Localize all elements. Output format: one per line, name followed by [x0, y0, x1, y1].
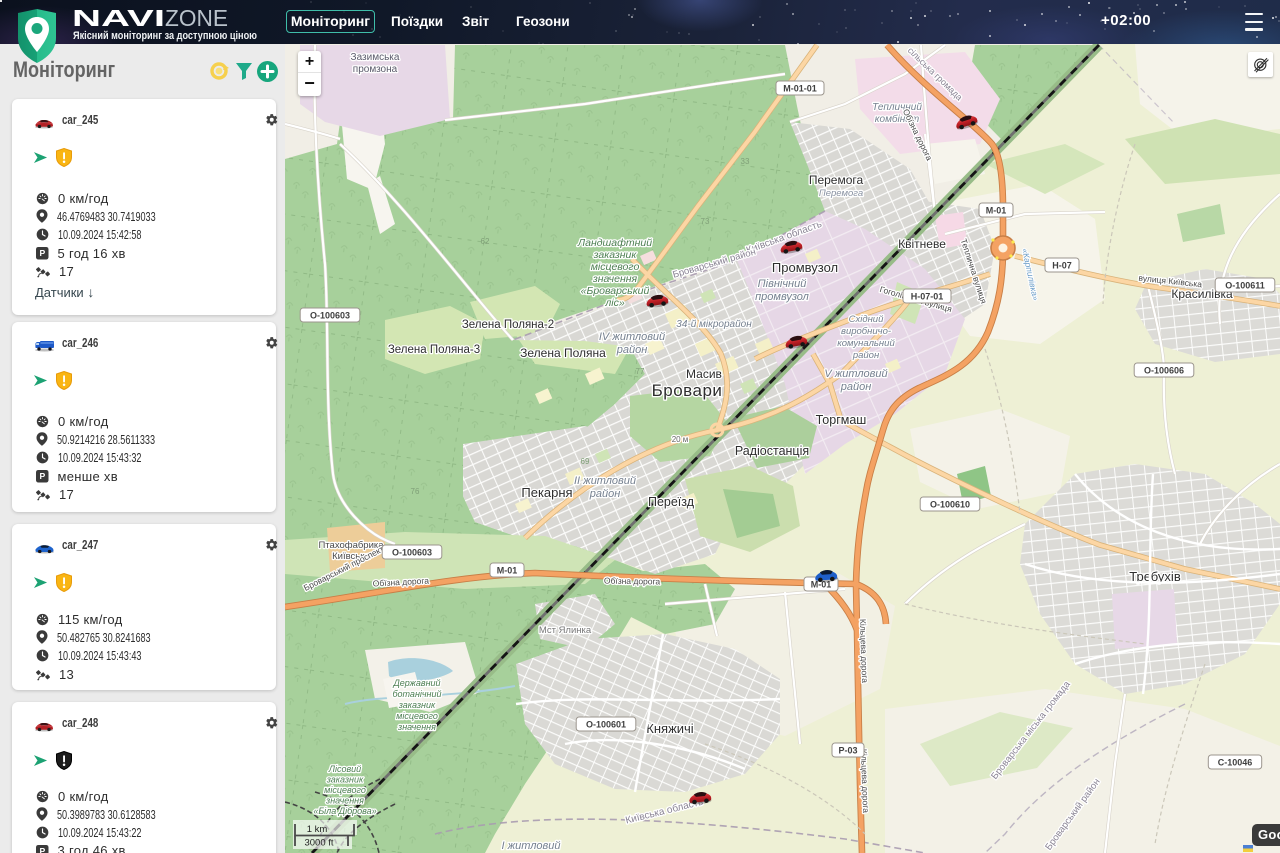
- svg-text:район: район: [840, 381, 872, 393]
- svg-text:заказник: заказник: [593, 249, 638, 261]
- svg-text:значення: значення: [397, 722, 436, 732]
- svg-text:місцевого: місцевого: [324, 785, 366, 795]
- svg-text:Н-07: Н-07: [1052, 261, 1072, 271]
- svg-text:20 м: 20 м: [672, 435, 689, 444]
- svg-text:ліс»: ліс»: [604, 297, 625, 309]
- svg-text:Промвузол: Промвузол: [772, 260, 838, 275]
- svg-text:місцевого: місцевого: [591, 261, 640, 273]
- svg-text:Якісний моніторинг за доступно: Якісний моніторинг за доступною ціною: [73, 30, 257, 42]
- svg-text:район: район: [616, 344, 648, 356]
- svg-text:М-01-01: М-01-01: [783, 84, 817, 94]
- svg-text:О-100603: О-100603: [392, 548, 432, 558]
- svg-text:Масив: Масив: [686, 367, 722, 381]
- svg-text:33: 33: [741, 157, 750, 166]
- svg-text:Квітневе: Квітневе: [898, 237, 946, 251]
- svg-text:Зелена Поляна: Зелена Поляна: [520, 346, 606, 360]
- svg-text:Княжичі: Княжичі: [646, 721, 694, 736]
- svg-text:1 km: 1 km: [307, 824, 328, 835]
- svg-text:P: P: [40, 846, 46, 853]
- svg-text:Перемога: Перемога: [819, 188, 863, 199]
- svg-text:ІV житловий: ІV житловий: [599, 331, 665, 343]
- svg-text:Державний: Державний: [392, 678, 440, 688]
- svg-text:73: 73: [701, 217, 710, 226]
- svg-text:62: 62: [481, 237, 490, 246]
- svg-text:місцевого: місцевого: [396, 711, 438, 721]
- svg-text:О-100610: О-100610: [930, 500, 970, 510]
- svg-text:Північний: Північний: [758, 278, 807, 290]
- svg-text:Бровари: Бровари: [652, 381, 723, 400]
- svg-text:промзона: промзона: [353, 64, 398, 75]
- svg-text:виробничо-: виробничо-: [841, 326, 891, 337]
- svg-text:34-й мікрорайон: 34-й мікрорайон: [676, 319, 752, 330]
- svg-text:P: P: [40, 248, 46, 258]
- svg-text:значення: значення: [325, 796, 364, 806]
- svg-text:3000 ft: 3000 ft: [304, 838, 333, 849]
- svg-text:М-01: М-01: [986, 206, 1007, 216]
- svg-text:Н-07-01: Н-07-01: [911, 292, 944, 302]
- svg-text:О-100611: О-100611: [1225, 281, 1265, 291]
- svg-text:ІІ житловий: ІІ житловий: [574, 475, 636, 487]
- svg-text:значення: значення: [592, 273, 638, 285]
- svg-text:комунальний: комунальний: [837, 338, 895, 349]
- svg-text:Східний: Східний: [849, 314, 884, 325]
- svg-text:І житловий: І житловий: [501, 840, 560, 852]
- svg-text:район: район: [852, 350, 880, 361]
- svg-text:V житловий: V житловий: [824, 368, 887, 380]
- svg-text:заказник: заказник: [326, 775, 364, 785]
- svg-text:О-100606: О-100606: [1144, 366, 1184, 376]
- svg-text:Тепличний: Тепличний: [872, 102, 922, 113]
- svg-text:Перемога: Перемога: [809, 173, 864, 187]
- svg-text:Ландшафтний: Ландшафтний: [577, 237, 652, 249]
- svg-text:О-100601: О-100601: [586, 720, 626, 730]
- svg-text:район: район: [589, 488, 621, 500]
- svg-text:заказник: заказник: [398, 700, 436, 710]
- svg-text:промвузол: промвузол: [755, 291, 809, 303]
- svg-text:76: 76: [411, 487, 420, 496]
- svg-text:Зелена Поляна-2: Зелена Поляна-2: [462, 319, 554, 331]
- svg-text:NAVI: NAVI: [72, 5, 165, 31]
- svg-text:Лісовий: Лісовий: [328, 764, 361, 774]
- svg-text:«Броварський: «Броварський: [581, 285, 650, 297]
- svg-text:Мст Ялинка: Мст Ялинка: [539, 625, 592, 636]
- svg-text:Переїзд: Переїзд: [648, 495, 695, 509]
- svg-text:М-01: М-01: [497, 566, 518, 576]
- svg-text:77: 77: [636, 367, 645, 376]
- svg-text:Торгмаш: Торгмаш: [816, 413, 867, 427]
- svg-text:Р-03: Р-03: [838, 746, 857, 756]
- svg-text:69: 69: [581, 457, 590, 466]
- svg-text:«Біла Діброва»: «Біла Діброва»: [313, 806, 376, 816]
- svg-text:ZONE: ZONE: [165, 5, 228, 31]
- svg-text:Зелена Поляна-3: Зелена Поляна-3: [388, 344, 480, 356]
- svg-text:Радіостанція: Радіостанція: [735, 444, 809, 458]
- svg-text:P: P: [40, 471, 46, 481]
- svg-text:ботанічний: ботанічний: [392, 689, 441, 699]
- svg-text:Обїзна дорога: Обїзна дорога: [604, 576, 661, 587]
- svg-text:Пекарня: Пекарня: [521, 485, 572, 500]
- svg-text:О-100603: О-100603: [310, 311, 350, 321]
- svg-text:Зазимська: Зазимська: [351, 52, 400, 63]
- svg-text:С-10046: С-10046: [1218, 758, 1253, 768]
